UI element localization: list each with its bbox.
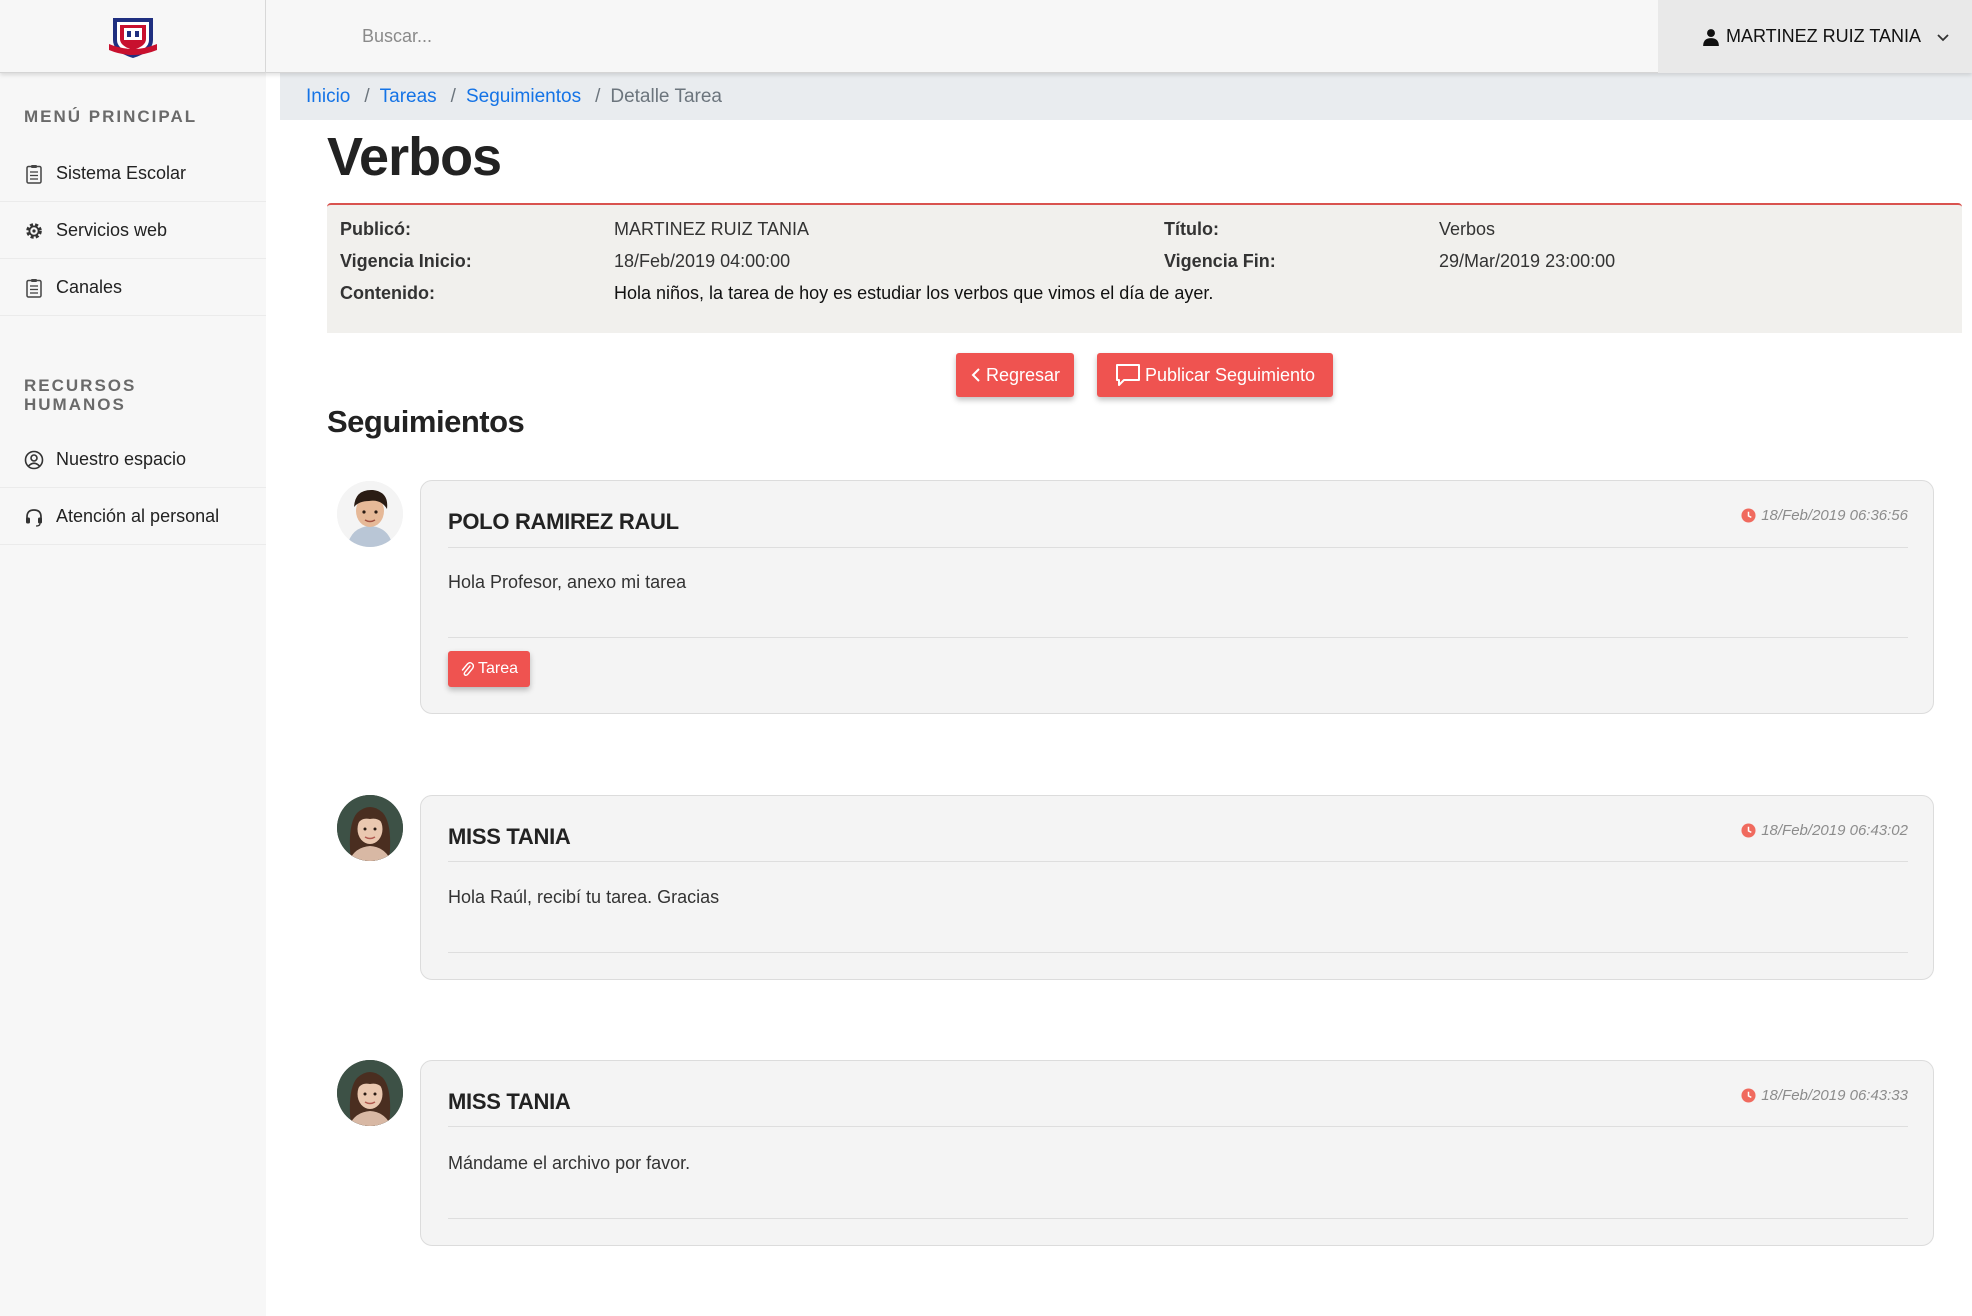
content-value: Hola niños, la tarea de hoy es estudiar … <box>614 283 1214 303</box>
clock-icon <box>1741 823 1756 838</box>
title-value: Verbos <box>1439 219 1496 239</box>
publish-followup-button[interactable]: Publicar Seguimiento <box>1097 353 1333 397</box>
chevron-left-icon <box>971 368 980 382</box>
published-by-value: MARTINEZ RUIZ TANIA <box>614 219 810 239</box>
divider <box>448 952 1908 953</box>
breadcrumb-link-inicio[interactable]: Inicio <box>306 86 350 108</box>
content-label: Contenido: <box>340 283 435 303</box>
followup-message: Hola Profesor, anexo mi tarea <box>448 572 687 592</box>
avatar-tania <box>337 795 403 861</box>
followup-time: 18/Feb/2019 06:36:56 <box>1761 507 1908 524</box>
sidebar-item-atencion-personal[interactable]: Atención al personal <box>0 489 266 545</box>
sidebar: MENÚ PRINCIPAL Sistema Escolar Servicios… <box>0 73 266 1316</box>
user-menu[interactable]: MARTINEZ RUIZ TANIA <box>1658 0 1972 73</box>
followup-time: 18/Feb/2019 06:43:33 <box>1761 1087 1908 1104</box>
sidebar-item-servicios-web[interactable]: Servicios web <box>0 203 266 259</box>
clipboard-icon <box>24 278 44 298</box>
followup-message: Hola Raúl, recibí tu tarea. Gracias <box>448 887 720 907</box>
page-title: Verbos <box>327 127 502 187</box>
divider <box>448 861 1908 862</box>
user-icon <box>1703 28 1719 46</box>
top-bar: MARTINEZ RUIZ TANIA <box>0 0 1972 73</box>
sidebar-item-label: Canales <box>56 277 123 297</box>
end-date-value: 29/Mar/2019 23:00:00 <box>1439 251 1616 271</box>
avatar-tania <box>337 1060 403 1126</box>
breadcrumb-link-tareas[interactable]: Tareas <box>380 86 437 108</box>
followups-title: Seguimientos <box>327 404 525 439</box>
sidebar-item-label: Sistema Escolar <box>56 163 187 183</box>
breadcrumb-separator: / <box>450 85 456 107</box>
attachment-button[interactable]: Tarea <box>448 651 530 687</box>
followup-author: POLO RAMIREZ RAUL <box>448 509 679 534</box>
breadcrumb-separator: / <box>364 85 370 107</box>
gear-icon <box>24 221 44 241</box>
section-title-hr: RECURSOS HUMANOS <box>24 376 136 414</box>
sidebar-item-sistema-escolar[interactable]: Sistema Escolar <box>0 146 266 202</box>
breadcrumb-current: Detalle Tarea <box>610 85 722 107</box>
chevron-down-icon <box>1937 33 1949 41</box>
start-date-value: 18/Feb/2019 04:00:00 <box>614 251 791 271</box>
followup-timestamp: 18/Feb/2019 06:43:02 <box>1741 822 1908 839</box>
breadcrumb-separator: / <box>595 85 601 107</box>
sidebar-item-canales[interactable]: Canales <box>0 260 266 316</box>
followup-card: POLO RAMIREZ RAUL 18/Feb/2019 06:36:56 H… <box>420 480 1934 714</box>
sidebar-item-nuestro-espacio[interactable]: Nuestro espacio <box>0 432 266 488</box>
publish-followup-label: Publicar Seguimiento <box>1144 364 1316 385</box>
school-logo <box>108 17 157 58</box>
followup-card: MISS TANIA 18/Feb/2019 06:43:02 Hola Raú… <box>420 795 1934 980</box>
sidebar-item-label: Atención al personal <box>56 506 220 526</box>
followup-time: 18/Feb/2019 06:43:02 <box>1761 822 1908 839</box>
followup-card: MISS TANIA 18/Feb/2019 06:43:33 Mándame … <box>420 1060 1934 1246</box>
breadcrumb: Inicio / Tareas / Seguimientos / Detalle… <box>280 73 1972 120</box>
divider <box>448 1126 1908 1127</box>
followup-author: MISS TANIA <box>448 824 571 849</box>
breadcrumb-link-seguimientos[interactable]: Seguimientos <box>466 86 581 108</box>
avatar-raul <box>337 481 403 547</box>
sidebar-item-label: Nuestro espacio <box>56 449 187 469</box>
divider <box>448 1218 1908 1219</box>
comment-icon <box>1115 364 1140 386</box>
user-name: MARTINEZ RUIZ TANIA <box>1726 26 1922 46</box>
followup-author: MISS TANIA <box>448 1089 571 1114</box>
followup-timestamp: 18/Feb/2019 06:36:56 <box>1741 507 1908 524</box>
section-title-line: RECURSOS <box>24 376 137 395</box>
divider <box>448 547 1908 548</box>
paperclip-icon <box>461 662 474 677</box>
section-title-main-menu: MENÚ PRINCIPAL <box>24 107 198 126</box>
clock-icon <box>1741 1088 1756 1103</box>
attachment-label: Tarea <box>477 660 519 677</box>
search-input[interactable] <box>340 18 1240 54</box>
start-date-label: Vigencia Inicio: <box>340 251 472 271</box>
end-date-label: Vigencia Fin: <box>1164 251 1276 271</box>
published-by-label: Publicó: <box>340 219 411 239</box>
user-circle-icon <box>24 450 44 470</box>
back-button-label: Regresar <box>985 364 1061 385</box>
section-title-line: HUMANOS <box>24 395 126 414</box>
task-info-panel: Publicó: MARTINEZ RUIZ TANIA Título: Ver… <box>327 203 1962 333</box>
sidebar-item-label: Servicios web <box>56 220 168 240</box>
headset-icon <box>24 507 44 527</box>
clipboard-icon <box>24 164 44 184</box>
back-button[interactable]: Regresar <box>956 353 1074 397</box>
clock-icon <box>1741 508 1756 523</box>
logo-container[interactable] <box>0 0 266 73</box>
title-label: Título: <box>1164 219 1219 239</box>
followup-message: Mándame el archivo por favor. <box>448 1153 691 1173</box>
followup-timestamp: 18/Feb/2019 06:43:33 <box>1741 1087 1908 1104</box>
divider <box>448 637 1908 638</box>
